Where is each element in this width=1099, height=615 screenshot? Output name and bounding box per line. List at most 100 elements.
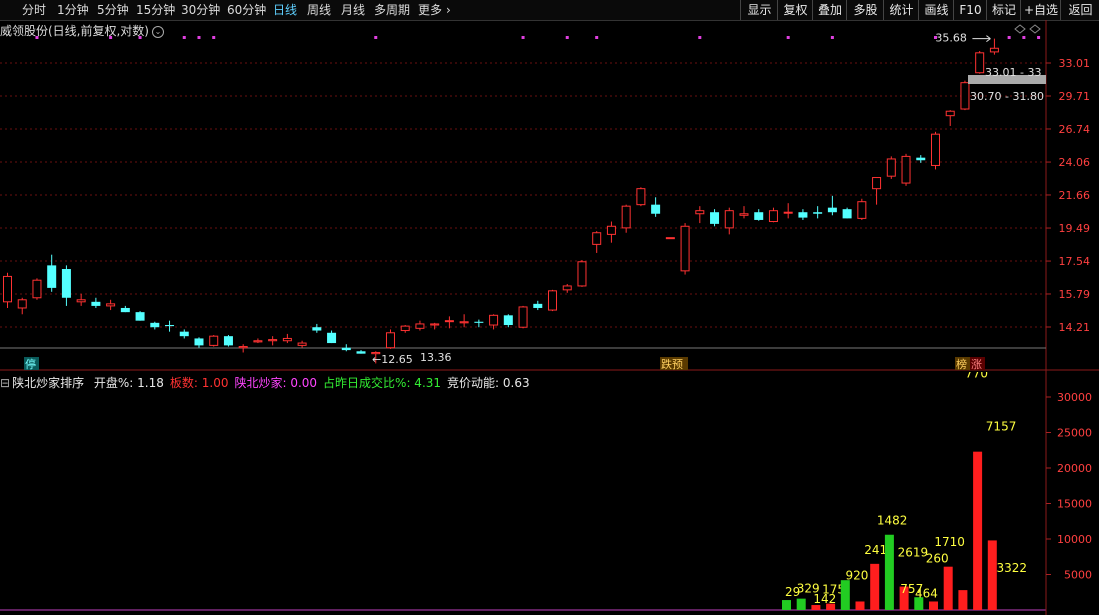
indicator-bar	[973, 451, 983, 610]
candle-body	[989, 47, 999, 53]
candle	[415, 320, 425, 331]
candle-body	[739, 213, 749, 216]
candle	[548, 289, 558, 312]
candle-body	[268, 339, 278, 342]
signal-dot	[521, 36, 525, 39]
candle	[798, 209, 808, 220]
candle	[886, 156, 896, 179]
candle	[430, 322, 440, 330]
candle	[621, 204, 631, 233]
candle	[341, 344, 351, 352]
candle-body	[960, 82, 970, 110]
candle	[872, 177, 882, 205]
bar-value-label: 2619	[898, 546, 929, 560]
candle	[268, 336, 278, 346]
candle-body	[827, 207, 837, 213]
indicator-bar	[943, 566, 953, 610]
candle-body	[430, 323, 440, 326]
bar-value-label: 260	[926, 552, 949, 566]
bar-value-label: 770	[965, 372, 988, 381]
y-tick-label: 30000	[1057, 391, 1092, 404]
candle	[209, 335, 219, 347]
candle	[945, 110, 955, 126]
candle	[356, 350, 366, 354]
marker-mid[interactable]: 跌预	[660, 357, 688, 371]
candle	[282, 333, 292, 344]
y-tick-label: 17.54	[1059, 255, 1091, 268]
low-price-label-2: 13.36	[420, 351, 452, 364]
candle-body	[385, 332, 395, 349]
candle-body	[297, 342, 307, 346]
candle-body	[710, 212, 720, 224]
marker-mid-text: 跌预	[661, 357, 683, 371]
candle-body	[327, 332, 337, 344]
bar-value-label: 241	[864, 543, 887, 557]
candle-body	[916, 157, 926, 161]
candle-body	[474, 321, 484, 323]
marker-rise-text: 涨	[971, 358, 982, 371]
y-tick-label: 20000	[1057, 462, 1092, 475]
candle	[327, 330, 337, 344]
candle	[91, 297, 101, 308]
indicator-bar	[782, 600, 791, 610]
candle	[503, 314, 513, 328]
candle-body	[665, 237, 675, 240]
candle	[297, 340, 307, 348]
candle-body	[548, 290, 558, 311]
candle-body	[606, 225, 616, 235]
diamond-icon[interactable]	[1014, 24, 1026, 34]
candle-body	[341, 347, 351, 351]
indicator-bar	[855, 601, 865, 610]
candle	[223, 335, 233, 347]
signal-dot	[109, 36, 113, 39]
candle-body	[91, 301, 101, 306]
candle-body	[680, 225, 690, 272]
candle-body	[32, 279, 42, 299]
candle-body	[61, 269, 71, 298]
marker-suspend-text: 停	[25, 357, 36, 371]
y-tick-label: 26.74	[1059, 123, 1091, 136]
bar-value-label: 7157	[986, 419, 1017, 433]
candle	[3, 272, 12, 308]
indicator-bar	[884, 534, 894, 610]
candle-body	[106, 303, 116, 307]
signal-dot	[182, 36, 186, 39]
candle-body	[194, 338, 204, 346]
candlestick-chart[interactable]: 33.01 29.71 26.74 24.06 21.66 19.49 17.54 15.79…	[0, 0, 1099, 372]
candle-body	[47, 265, 57, 288]
candle-body	[945, 110, 955, 117]
candle	[312, 323, 322, 333]
y-tick-label: 29.71	[1059, 90, 1091, 103]
diamond-icon[interactable]	[1029, 24, 1041, 34]
candle-body	[754, 212, 764, 220]
range-label-1: 33.01 - 33	[985, 66, 1041, 79]
bar-value-label: 3322	[997, 561, 1028, 575]
signal-dot	[212, 36, 216, 39]
candle-body	[592, 232, 602, 245]
marker-rise[interactable]: 涨	[970, 357, 985, 371]
bar-value-label: 920	[846, 568, 869, 582]
candle-body	[695, 210, 705, 215]
candle	[179, 329, 189, 339]
candle	[106, 299, 116, 311]
candle-body	[503, 315, 513, 326]
candle-body	[415, 323, 425, 329]
signal-dot	[1037, 36, 1041, 39]
range-label-2: 30.70 - 31.80	[970, 90, 1044, 103]
candle-body	[783, 211, 793, 214]
candle	[165, 320, 175, 332]
candle	[32, 278, 42, 300]
marker-suspend[interactable]: 停	[24, 357, 39, 371]
y-tick-label: 15.79	[1059, 288, 1091, 301]
y-tick-label: 14.21	[1059, 321, 1091, 334]
indicator-bar-chart[interactable]: 3000025000200001500010000500029329142175…	[0, 372, 1099, 615]
marker-rank[interactable]: 榜	[955, 357, 970, 371]
candle-body	[17, 299, 27, 309]
candle	[680, 223, 690, 275]
candle	[916, 155, 926, 163]
candle	[400, 325, 410, 333]
candle-body	[209, 335, 219, 346]
y-tick-label: 5000	[1064, 569, 1092, 582]
candle-body	[533, 303, 543, 308]
candle-body	[165, 325, 175, 327]
